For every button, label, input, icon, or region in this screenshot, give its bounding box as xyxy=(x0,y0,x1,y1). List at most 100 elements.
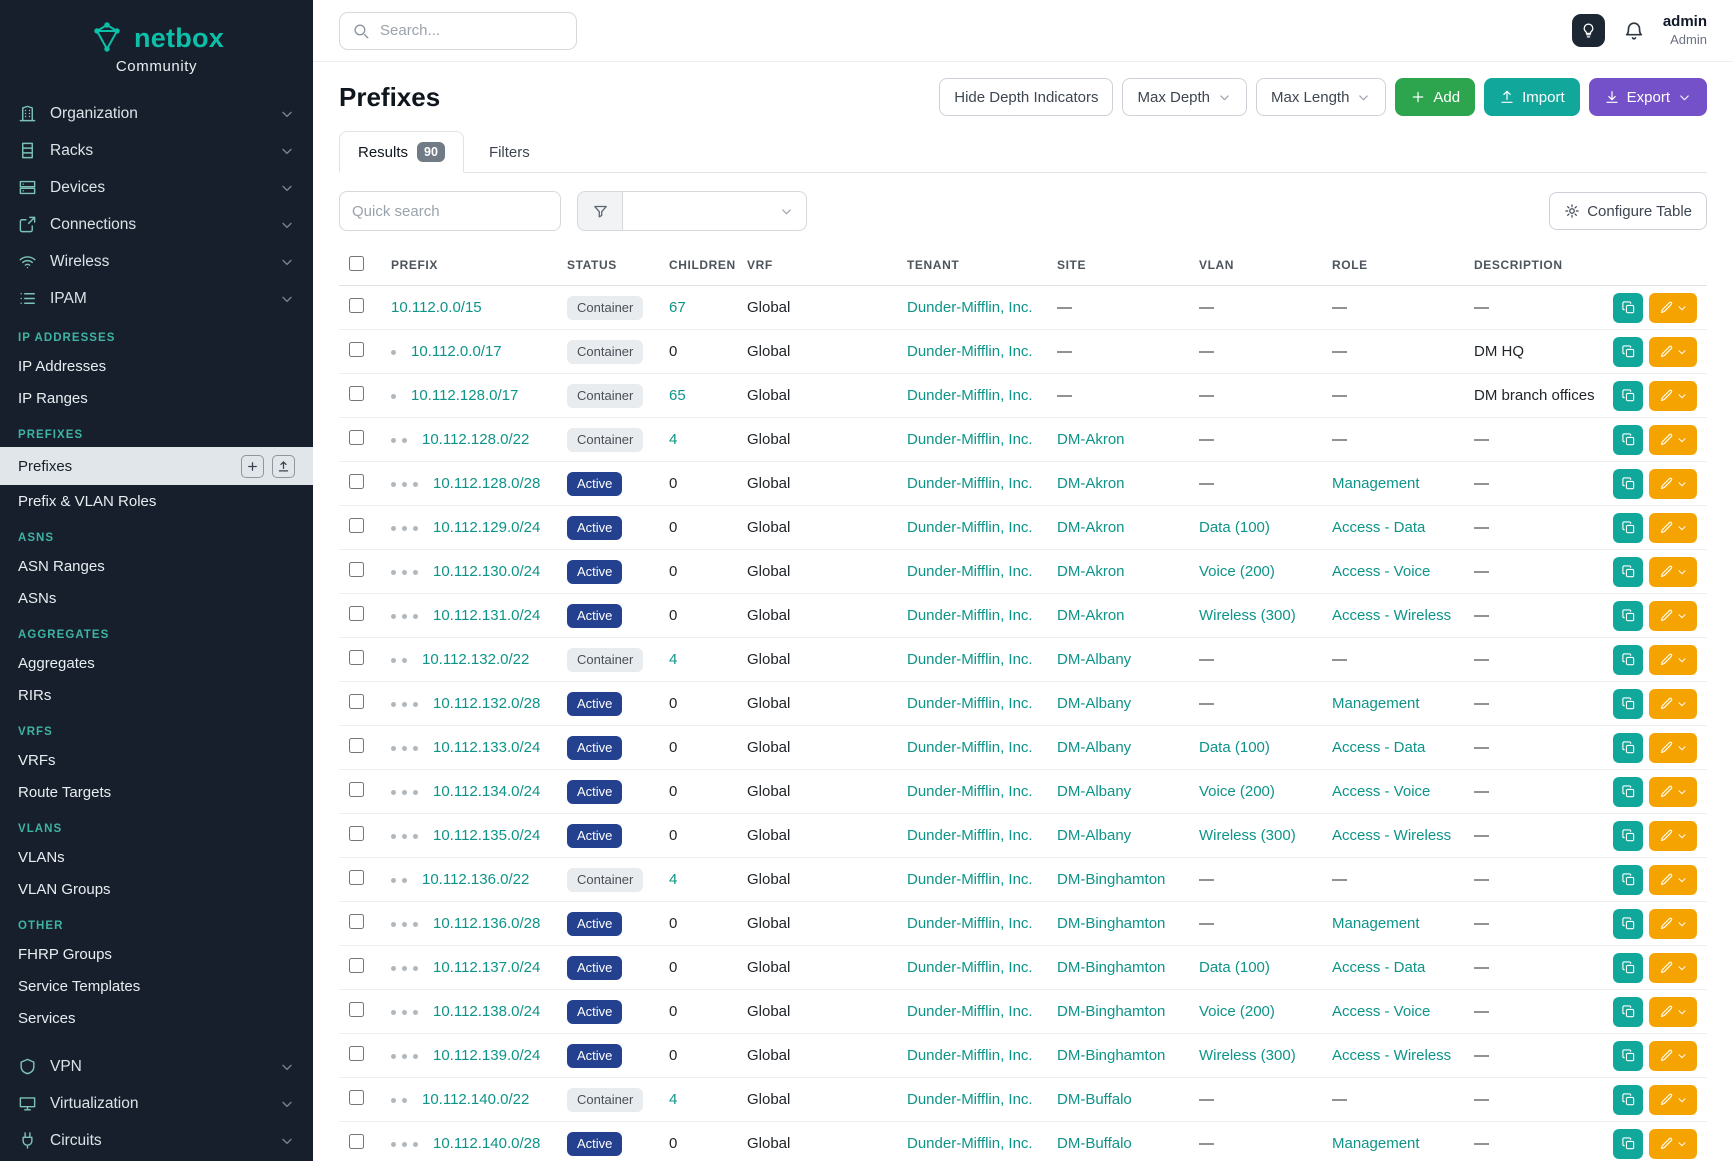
max-depth-dropdown[interactable]: Max Depth xyxy=(1122,78,1247,116)
edit-button[interactable] xyxy=(1649,689,1697,719)
edit-button[interactable] xyxy=(1649,953,1697,983)
row-checkbox[interactable] xyxy=(349,386,364,401)
copy-button[interactable] xyxy=(1613,425,1643,455)
quick-search-input[interactable] xyxy=(339,191,561,231)
role-link[interactable]: Access - Data xyxy=(1332,519,1425,536)
column-header-prefix[interactable]: PREFIX xyxy=(381,245,557,286)
edit-button[interactable] xyxy=(1649,1041,1697,1071)
site-link[interactable]: DM-Albany xyxy=(1057,651,1131,668)
vlan-link[interactable]: Data (100) xyxy=(1199,519,1270,536)
copy-button[interactable] xyxy=(1613,777,1643,807)
sidebar-item-service-templates[interactable]: Service Templates xyxy=(0,970,313,1002)
role-link[interactable]: Access - Wireless xyxy=(1332,607,1451,624)
site-link[interactable]: DM-Binghamton xyxy=(1057,1047,1165,1064)
tenant-link[interactable]: Dunder-Mifflin, Inc. xyxy=(907,695,1033,712)
tenant-link[interactable]: Dunder-Mifflin, Inc. xyxy=(907,783,1033,800)
row-checkbox[interactable] xyxy=(349,1134,364,1149)
tenant-link[interactable]: Dunder-Mifflin, Inc. xyxy=(907,827,1033,844)
role-link[interactable]: Access - Data xyxy=(1332,959,1425,976)
role-link[interactable]: Access - Voice xyxy=(1332,563,1430,580)
role-link[interactable]: Access - Voice xyxy=(1332,1003,1430,1020)
row-checkbox[interactable] xyxy=(349,826,364,841)
tenant-link[interactable]: Dunder-Mifflin, Inc. xyxy=(907,1003,1033,1020)
role-link[interactable]: Access - Wireless xyxy=(1332,1047,1451,1064)
children-count[interactable]: 4 xyxy=(669,871,677,888)
row-checkbox[interactable] xyxy=(349,1090,364,1105)
sidebar-item-vpn[interactable]: VPN xyxy=(0,1048,313,1085)
role-link[interactable]: Access - Wireless xyxy=(1332,827,1451,844)
sidebar-item-aggregates[interactable]: Aggregates xyxy=(0,647,313,679)
edit-button[interactable] xyxy=(1649,425,1697,455)
role-link[interactable]: Management xyxy=(1332,915,1420,932)
copy-button[interactable] xyxy=(1613,601,1643,631)
tenant-link[interactable]: Dunder-Mifflin, Inc. xyxy=(907,563,1033,580)
edit-button[interactable] xyxy=(1649,909,1697,939)
tenant-link[interactable]: Dunder-Mifflin, Inc. xyxy=(907,915,1033,932)
children-count[interactable]: 4 xyxy=(669,651,677,668)
sidebar-item-prefix-vlan-roles[interactable]: Prefix & VLAN Roles xyxy=(0,485,313,517)
site-link[interactable]: DM-Binghamton xyxy=(1057,871,1165,888)
copy-button[interactable] xyxy=(1613,909,1643,939)
edit-button[interactable] xyxy=(1649,733,1697,763)
site-link[interactable]: DM-Akron xyxy=(1057,431,1125,448)
tenant-link[interactable]: Dunder-Mifflin, Inc. xyxy=(907,1135,1033,1152)
prefix-link[interactable]: 10.112.132.0/28 xyxy=(433,695,540,712)
sidebar-item-racks[interactable]: Racks xyxy=(0,132,313,169)
row-checkbox[interactable] xyxy=(349,694,364,709)
prefix-link[interactable]: 10.112.129.0/24 xyxy=(433,519,540,536)
prefix-link[interactable]: 10.112.131.0/24 xyxy=(433,607,540,624)
prefix-link[interactable]: 10.112.136.0/22 xyxy=(422,871,529,888)
user-menu[interactable]: admin Admin xyxy=(1663,13,1707,48)
row-checkbox[interactable] xyxy=(349,342,364,357)
site-link[interactable]: DM-Buffalo xyxy=(1057,1135,1132,1152)
site-link[interactable]: DM-Binghamton xyxy=(1057,915,1165,932)
role-link[interactable]: Access - Voice xyxy=(1332,783,1430,800)
column-header-tenant[interactable]: TENANT xyxy=(897,245,1047,286)
edit-button[interactable] xyxy=(1649,469,1697,499)
sidebar-item-route-targets[interactable]: Route Targets xyxy=(0,776,313,808)
row-checkbox[interactable] xyxy=(349,474,364,489)
site-link[interactable]: DM-Akron xyxy=(1057,607,1125,624)
hide-depth-indicators-button[interactable]: Hide Depth Indicators xyxy=(939,78,1113,116)
prefix-link[interactable]: 10.112.128.0/17 xyxy=(411,387,518,404)
quick-import-button[interactable] xyxy=(272,455,295,478)
row-checkbox[interactable] xyxy=(349,782,364,797)
tenant-link[interactable]: Dunder-Mifflin, Inc. xyxy=(907,651,1033,668)
theme-toggle-button[interactable] xyxy=(1572,14,1605,47)
row-checkbox[interactable] xyxy=(349,298,364,313)
copy-button[interactable] xyxy=(1613,513,1643,543)
edit-button[interactable] xyxy=(1649,601,1697,631)
prefix-link[interactable]: 10.112.136.0/28 xyxy=(433,915,540,932)
select-all-checkbox[interactable] xyxy=(349,256,364,271)
edit-button[interactable] xyxy=(1649,777,1697,807)
copy-button[interactable] xyxy=(1613,821,1643,851)
row-checkbox[interactable] xyxy=(349,1002,364,1017)
copy-button[interactable] xyxy=(1613,1129,1643,1159)
site-link[interactable]: DM-Albany xyxy=(1057,783,1131,800)
edit-button[interactable] xyxy=(1649,293,1697,323)
role-link[interactable]: Access - Data xyxy=(1332,739,1425,756)
prefix-link[interactable]: 10.112.0.0/15 xyxy=(391,299,482,316)
site-link[interactable]: DM-Akron xyxy=(1057,475,1125,492)
site-link[interactable]: DM-Albany xyxy=(1057,739,1131,756)
prefix-link[interactable]: 10.112.133.0/24 xyxy=(433,739,540,756)
sidebar-item-virtualization[interactable]: Virtualization xyxy=(0,1085,313,1122)
copy-button[interactable] xyxy=(1613,557,1643,587)
sidebar-item-ip-addresses[interactable]: IP Addresses xyxy=(0,350,313,382)
vlan-link[interactable]: Voice (200) xyxy=(1199,563,1275,580)
copy-button[interactable] xyxy=(1613,1085,1643,1115)
edit-button[interactable] xyxy=(1649,821,1697,851)
vlan-link[interactable]: Wireless (300) xyxy=(1199,607,1296,624)
sidebar-item-fhrp-groups[interactable]: FHRP Groups xyxy=(0,938,313,970)
prefix-link[interactable]: 10.112.128.0/22 xyxy=(422,431,529,448)
max-length-dropdown[interactable]: Max Length xyxy=(1256,78,1386,116)
prefix-link[interactable]: 10.112.140.0/28 xyxy=(433,1135,540,1152)
tenant-link[interactable]: Dunder-Mifflin, Inc. xyxy=(907,1091,1033,1108)
row-checkbox[interactable] xyxy=(349,606,364,621)
global-search-input[interactable] xyxy=(339,12,577,50)
role-link[interactable]: Management xyxy=(1332,1135,1420,1152)
site-link[interactable]: DM-Binghamton xyxy=(1057,1003,1165,1020)
copy-button[interactable] xyxy=(1613,469,1643,499)
sidebar-item-devices[interactable]: Devices xyxy=(0,169,313,206)
quick-add-button[interactable] xyxy=(241,455,264,478)
